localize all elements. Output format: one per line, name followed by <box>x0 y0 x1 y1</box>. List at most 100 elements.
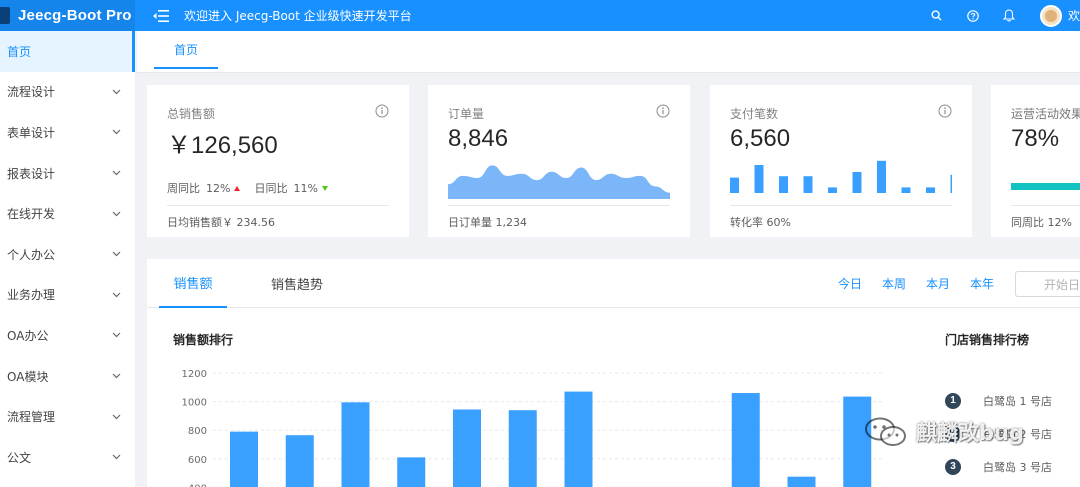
y-tick-label: 400 <box>188 483 207 487</box>
bar[interactable] <box>341 402 370 487</box>
bar[interactable] <box>230 431 258 487</box>
mini-bar <box>828 187 837 193</box>
mini-bar <box>926 187 935 193</box>
card-operations: 运营活动效果 78% 同周比 12% <box>991 85 1080 237</box>
card-footer: 同周比 12% <box>1011 205 1080 237</box>
user-name[interactable]: 欢 <box>1068 7 1080 24</box>
wow-value: 12% <box>206 181 231 195</box>
card-footer-text: 同周比 12% <box>1011 215 1072 229</box>
info-icon[interactable] <box>938 104 952 118</box>
avatar[interactable] <box>1039 4 1062 27</box>
list-item: 3 白鹭岛 3 号店 <box>945 450 1080 483</box>
sidebar-item-label: 流程管理 <box>7 410 56 425</box>
mini-bar <box>901 187 911 193</box>
y-tick-label: 800 <box>188 426 207 437</box>
sidebar-item[interactable]: 公文 <box>0 437 135 478</box>
top-header: Jeecg-Boot Pro 欢迎进入 Jeecg-Boot 企业级快速开发平台… <box>0 0 1080 31</box>
card-title: 总销售额 <box>167 107 216 121</box>
card-title: 支付笔数 <box>730 107 779 121</box>
search-icon[interactable] <box>928 7 946 25</box>
sidebar-item[interactable]: 首页 <box>0 31 135 72</box>
card-footer-text: 转化率 60% <box>730 215 791 229</box>
chevron-down-icon <box>112 290 121 299</box>
sidebar-item-label: 首页 <box>7 44 32 59</box>
range-month[interactable]: 本月 <box>926 259 950 308</box>
mini-bar <box>754 165 764 193</box>
card-title: 运营活动效果 <box>1011 107 1080 121</box>
sidebar-item[interactable]: OA办公 <box>0 315 135 356</box>
bar[interactable] <box>787 476 816 487</box>
chevron-down-icon <box>112 209 121 218</box>
rank-number: 2 <box>945 425 961 442</box>
sidebar-item[interactable]: 表单设计 <box>0 112 135 153</box>
sales-bar-chart: 400 600 800 1000 1200 <box>182 369 882 487</box>
sidebar-item-label: OA办公 <box>7 328 49 343</box>
chart-title: 销售额排行 <box>173 333 234 347</box>
info-icon[interactable] <box>656 104 670 118</box>
mini-bar <box>730 177 739 193</box>
sidebar-item[interactable]: 个人办公 <box>0 234 135 275</box>
logo-mark <box>0 7 10 24</box>
bar[interactable] <box>397 457 426 487</box>
sidebar-item[interactable]: 业务办理 <box>0 275 135 316</box>
sidebar-item[interactable]: 流程管理 <box>0 396 135 437</box>
avatar-face <box>1044 9 1057 22</box>
welcome-text: 欢迎进入 Jeecg-Boot 企业级快速开发平台 <box>184 9 412 23</box>
tab-home[interactable]: 首页 <box>154 31 218 69</box>
sidebar-item[interactable]: OA模块 <box>0 356 135 397</box>
sidebar-item[interactable]: 报表设计 <box>0 153 135 194</box>
trend-row: 周同比 12% 日同比 11% <box>167 180 328 196</box>
y-tick-label: 1200 <box>182 369 207 380</box>
card-footer: 日订单量 1,234 <box>448 205 670 237</box>
list-item: 2 白鹭岛 2 号店 <box>945 417 1080 450</box>
store-name: 白鹭岛 1 号店 <box>983 394 1052 408</box>
caret-up-icon <box>234 185 241 191</box>
y-tick-label: 600 <box>188 455 207 466</box>
card-orders: 订单量 8,846 日订单量 1,234 <box>428 85 690 237</box>
caret-down-icon <box>321 185 328 191</box>
bell-icon[interactable] <box>1000 7 1018 25</box>
tab-sales-trend[interactable]: 销售趋势 <box>257 259 337 308</box>
bar[interactable] <box>508 410 537 487</box>
logo[interactable]: Jeecg-Boot Pro <box>0 0 135 31</box>
range-year[interactable]: 本年 <box>970 259 994 308</box>
mini-bar <box>803 176 813 193</box>
start-date-input[interactable]: 开始日期 <box>1015 271 1080 297</box>
dod-label: 日同比 <box>254 182 288 195</box>
header-actions: 欢 <box>928 0 1080 31</box>
menu-fold-icon[interactable] <box>152 7 170 25</box>
range-week[interactable]: 本周 <box>882 259 906 308</box>
sidebar-item[interactable]: 流程设计 <box>0 72 135 113</box>
sales-tabs: 销售额 销售趋势 今日 本周 本月 本年 开始日期 <box>147 259 1080 308</box>
rank-number: 1 <box>945 392 961 409</box>
sidebar-item-label: 公文 <box>7 450 32 465</box>
info-icon[interactable] <box>375 104 389 118</box>
card-value: 6,560 <box>730 125 791 152</box>
card-value: ￥126,560 <box>167 132 278 159</box>
bar[interactable] <box>731 393 760 487</box>
orders-area-chart <box>448 165 670 199</box>
dod-value: 11% <box>293 181 318 195</box>
card-total-sales: 总销售额 ￥126,560 周同比 12% 日同比 11% 日均销售额￥ 234… <box>147 85 409 237</box>
bar[interactable] <box>453 409 481 487</box>
range-today[interactable]: 今日 <box>838 259 862 308</box>
bar[interactable] <box>285 435 314 487</box>
bar[interactable] <box>564 391 593 487</box>
bar[interactable] <box>843 396 872 487</box>
store-rank-list: 1 白鹭岛 1 号店 2 白鹭岛 2 号店 3 白鹭岛 3 号店 <box>945 384 1080 483</box>
wow-label: 周同比 <box>167 182 200 195</box>
sidebar-item[interactable]: 在线开发 <box>0 193 135 234</box>
card-payments: 支付笔数 6,560 转化率 60% <box>710 85 972 237</box>
card-footer: 转化率 60% <box>730 205 952 237</box>
logo-text: Jeecg-Boot Pro <box>18 7 132 24</box>
chevron-down-icon <box>112 250 121 259</box>
chevron-down-icon <box>112 169 121 178</box>
chevron-down-icon <box>112 87 121 96</box>
help-icon[interactable] <box>964 7 982 25</box>
store-name: 白鹭岛 3 号店 <box>983 460 1052 474</box>
sidebar-item-label: 报表设计 <box>7 166 56 181</box>
card-value: 78% <box>1011 125 1060 152</box>
sidebar-item-label: OA模块 <box>7 369 49 384</box>
tab-sales[interactable]: 销售额 <box>159 259 227 308</box>
rank-number: 3 <box>945 458 961 475</box>
